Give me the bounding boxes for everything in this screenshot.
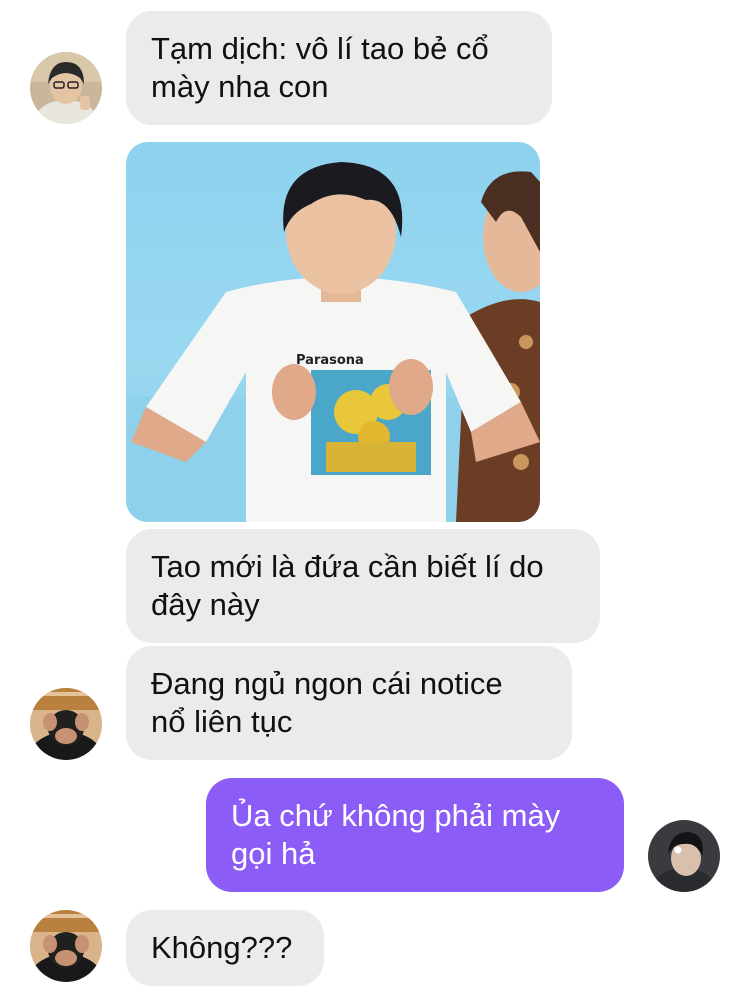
message-image[interactable]: Parasona xyxy=(126,142,540,522)
message-text-line: Ủa chứ không phải mày xyxy=(231,798,561,833)
avatar-friend-2[interactable] xyxy=(30,910,102,982)
message-bubble[interactable]: Không??? xyxy=(126,910,324,986)
message-text-line: Tao mới là đứa cần biết lí do xyxy=(151,549,544,584)
shirt-print-text: Parasona xyxy=(296,353,364,368)
message-bubble[interactable]: Tạm dịch: vô lí tao bẻ cổ mày nha con xyxy=(126,11,552,125)
message-text-line: đây này xyxy=(151,587,260,622)
message-text-line: Không??? xyxy=(151,930,293,965)
message-text-line: nổ liên tục xyxy=(151,704,293,739)
avatar-friend-2[interactable] xyxy=(30,688,102,760)
message-text-line: mày nha con xyxy=(151,69,329,104)
avatar-friend-2-image xyxy=(30,688,102,760)
message-bubble[interactable]: Đang ngủ ngon cái notice nổ liên tục xyxy=(126,646,572,760)
message-text-line: Tạm dịch: vô lí tao bẻ cổ xyxy=(151,31,489,66)
message-bubble[interactable]: Tao mới là đứa cần biết lí do đây này xyxy=(126,529,600,643)
message-text-line: Đang ngủ ngon cái notice xyxy=(151,666,503,701)
photo-scene: Parasona xyxy=(126,142,540,522)
message-bubble-outgoing[interactable]: Ủa chứ không phải mày gọi hả xyxy=(206,778,624,892)
avatar-friend-2-image xyxy=(30,910,102,982)
message-text-line: gọi hả xyxy=(231,836,316,871)
avatar-friend-1[interactable] xyxy=(30,52,102,124)
avatar-me[interactable] xyxy=(648,820,720,892)
avatar-friend-1-image xyxy=(30,52,102,124)
avatar-me-image xyxy=(648,820,720,892)
